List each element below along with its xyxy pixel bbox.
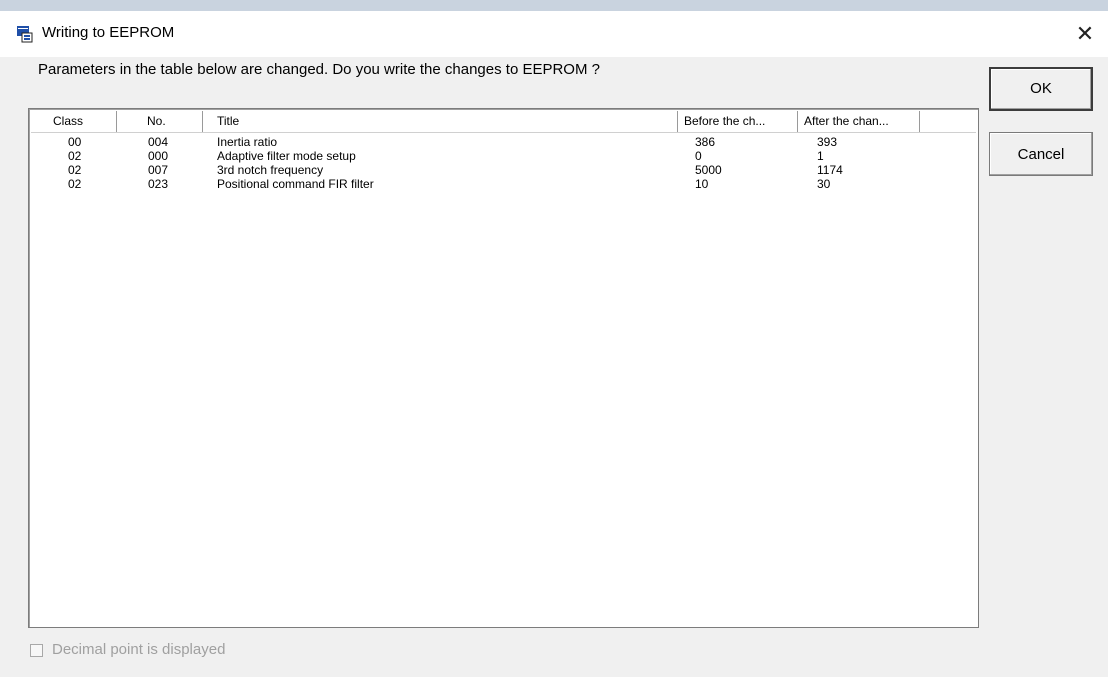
cell-class: 00 [68, 135, 82, 149]
column-header-after[interactable]: After the chan... [798, 111, 920, 132]
app-window-icon [17, 26, 33, 43]
table-row[interactable]: 02 000 Adaptive filter mode setup 0 1 [31, 149, 976, 163]
window-title: Writing to EEPROM [42, 24, 175, 41]
parameter-list[interactable]: Class No. Title Before the ch... After t… [28, 108, 979, 628]
cell-class: 02 [68, 177, 82, 191]
cancel-button[interactable]: Cancel [989, 132, 1093, 176]
cell-title: Inertia ratio [217, 135, 278, 149]
decimal-point-label: Decimal point is displayed [52, 641, 226, 658]
table-row[interactable]: 02 023 Positional command FIR filter 10 … [31, 177, 976, 191]
column-header-title[interactable]: Title [203, 111, 678, 132]
cell-no: 007 [148, 163, 169, 177]
cell-title: Positional command FIR filter [217, 177, 374, 191]
ok-button[interactable]: OK [989, 67, 1093, 111]
table-row[interactable]: 00 004 Inertia ratio 386 393 [31, 135, 976, 149]
cell-no: 023 [148, 177, 169, 191]
table-row[interactable]: 02 007 3rd notch frequency 5000 1174 [31, 163, 976, 177]
column-header-before[interactable]: Before the ch... [678, 111, 798, 132]
cell-title: Adaptive filter mode setup [217, 149, 356, 163]
close-button[interactable]: ✕ [1068, 19, 1102, 49]
title-bar: Writing to EEPROM ✕ [0, 11, 1108, 57]
close-icon: ✕ [1075, 21, 1095, 46]
cell-before: 0 [695, 149, 702, 163]
column-header-class[interactable]: Class [31, 111, 117, 132]
cell-after: 393 [817, 135, 838, 149]
cell-before: 386 [695, 135, 716, 149]
list-header: Class No. Title Before the ch... After t… [31, 111, 976, 133]
cell-before: 5000 [695, 163, 722, 177]
cell-no: 004 [148, 135, 169, 149]
eeprom-dialog: Writing to EEPROM ✕ Parameters in the ta… [0, 11, 1108, 677]
cell-title: 3rd notch frequency [217, 163, 324, 177]
cell-after: 1174 [817, 163, 843, 177]
cell-no: 000 [148, 149, 169, 163]
cell-after: 30 [817, 177, 831, 191]
cell-after: 1 [817, 149, 824, 163]
cell-class: 02 [68, 163, 82, 177]
cell-before: 10 [695, 177, 709, 191]
prompt-message: Parameters in the table below are change… [38, 61, 600, 78]
column-header-no[interactable]: No. [117, 111, 203, 132]
decimal-point-checkbox [30, 644, 43, 657]
cell-class: 02 [68, 149, 82, 163]
screen-top-strip [0, 0, 1108, 11]
